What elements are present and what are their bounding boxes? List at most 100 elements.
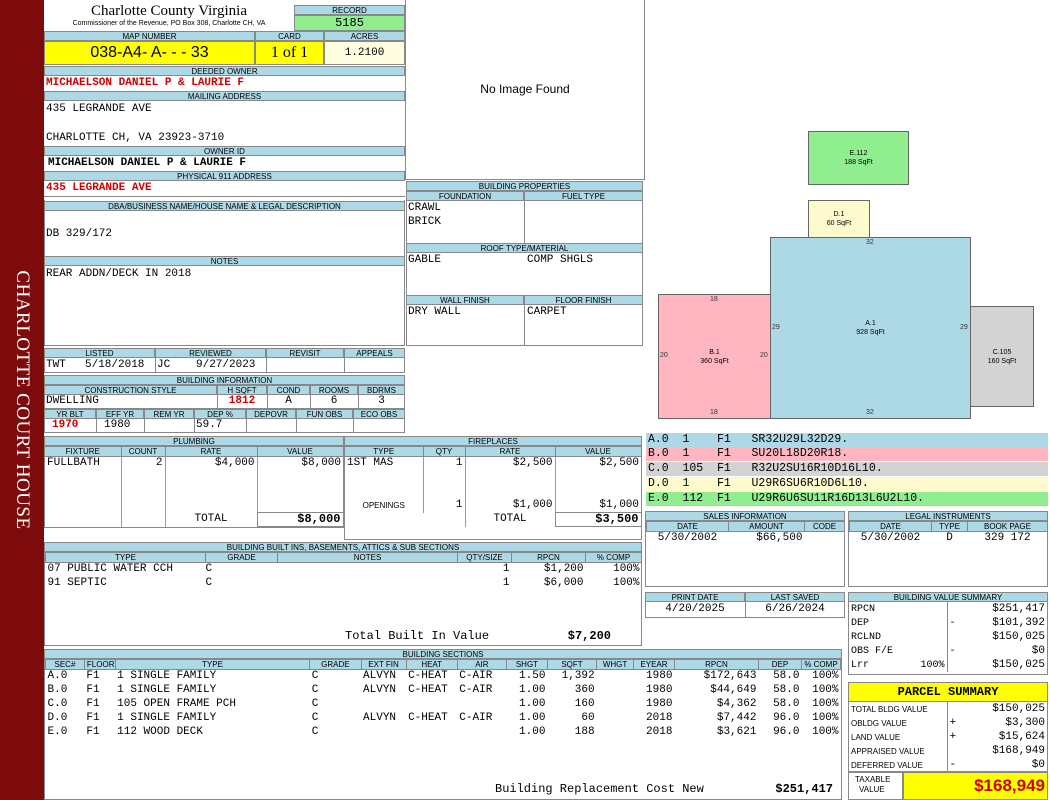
wall-finish-label: WALL FINISH [406,295,524,305]
yrblt-value: 1970 [52,419,79,431]
sec-col-grade: GRADE [309,659,362,670]
fireplace-total-label: TOTAL [464,512,555,527]
listed-date: 5/18/2018 [85,359,145,371]
building-sections-label: BUILDING SECTIONS [44,649,842,659]
table-row: FULLBATH 2 $4,000 $8,000 [47,456,343,471]
parcel-summary-title: PARCEL SUMMARY [848,682,1048,702]
builtins-label: BUILDING BUILT INS, BASEMENTS, ATTICS & … [44,542,642,552]
plumbing-total: $8,000 [256,512,344,527]
acres-label: ACRES [324,31,405,41]
reviewed-by: JC [157,359,171,371]
foundation-1: CRAWL [408,202,442,214]
foundation-2: BRICK [408,216,442,228]
table-row: C.0 F1 105 OPEN FRAME PCH C 1.00 160 1980 $4,36… [47,698,839,710]
sales-info-label: SALES INFORMATION [645,511,845,521]
roof-type: GABLE [408,254,442,266]
dim-a-left: 29 [772,324,780,331]
table-row: 5/30/2002 $66,500 [657,532,803,545]
sec-col-rpcn: RPCN [673,659,759,670]
depovr-label: DEPOVR [246,409,296,419]
builtins-col-notes: NOTES [277,552,458,563]
roof-material: COMP SHGLS [527,254,594,266]
fireplace-col-type: TYPE [345,446,424,457]
fireplaces-label: FIREPLACES [344,436,642,446]
table-row: 91 SEPTIC C 1 $6,000 100% [47,577,640,589]
dim-b-left: 20 [660,352,668,359]
building-value-summary: RPCN $251,417 DEP - $101,392 RCLND $150,025 … [848,602,1048,675]
taxable-label: TAXABLE VALUE [848,772,903,800]
last-saved-label: LAST SAVED [745,592,845,602]
cond-label: COND [267,385,310,395]
fireplace-col-value: VALUE [554,446,642,457]
fireplaces-table: TYPE QTY RATE VALUE 1ST MAS 1 $2,500 $2,500 OP… [344,446,642,540]
floor-finish: CARPET [527,306,567,318]
building-info-label: BUILDING INFORMATION [44,375,405,385]
sec-col-whgt: WHGT [596,659,634,670]
sec-col-dep: DEP [757,659,802,670]
sketch-code-d: D.0 1 F1 U29R6SU6R10D6L10. [646,477,1048,491]
openings-rate: $1,000 [464,498,555,513]
mailing-address-line1: 435 LEGRANDE AVE [46,103,152,115]
yrblt-label: YR BLT [44,409,96,419]
plumbing-col-count: COUNT [120,446,166,457]
taxable-value: $168,949 [974,776,1045,795]
sec-col-heat: HEAT [405,659,458,670]
sketch-code-a: A.0 1 F1 SR32U29L32D29. [646,433,1048,447]
sketch-section-c: C.105 160 SqFt [970,306,1034,407]
plumbing-table: FIXTURE COUNT RATE VALUE FULLBATH 2 $4,000 $8,… [44,446,344,528]
map-number: 038-A4- A- - - 33 [44,41,255,65]
building-value-summary-label: BUILDING VALUE SUMMARY [848,592,1048,602]
sec-col-eyear: EYEAR [632,659,675,670]
plumbing-col-rate: RATE [164,446,258,457]
table-row: A.0 F1 1 SINGLE FAMILY C ALVYN C-HEAT C-AIR 1.5… [47,670,839,683]
reviewed-label: REVIEWED [155,348,266,358]
legal-instruments-table: DATE TYPE BOOK PAGE 5/30/2002 D 329 172 [848,521,1048,587]
reviewed-date: 9/27/2023 [196,359,256,371]
builtins-total: $7,200 [567,629,611,643]
openings-qty: 1 [422,498,465,513]
legal-col-date: DATE [849,521,932,532]
physical-address-label: PHYSICAL 911 ADDRESS [44,171,405,181]
effyr-value: 1980 [104,419,131,431]
legal-col-type: TYPE [931,521,968,532]
hsqft-label: H SQFT [217,385,267,395]
rooms-label: ROOMS [310,385,358,395]
wall-finish: DRY WALL [408,306,461,318]
table-row: 07 PUBLIC WATER CCH C 1 $1,200 100% [47,563,640,576]
sec-col-type: TYPE [114,659,311,670]
roof-label: ROOF TYPE/MATERIAL [406,243,643,253]
remyr-label: REM YR [144,409,194,419]
dim-a-right: 29 [960,324,968,331]
builtins-col-comp: % COMP [585,552,642,563]
ecoobs-label: ECO OBS [353,409,405,419]
plumbing-total-label: TOTAL [164,512,257,527]
record-label: RECORD [294,5,405,15]
foundation-label: FOUNDATION [406,191,524,201]
bdrms-label: BDRMS [358,385,405,395]
builtins-col-type: TYPE [45,552,206,563]
taxable-value-box: $168,949 [903,772,1048,800]
sec-col-comp: % COMP [800,659,842,670]
dim-a-top: 32 [866,239,874,246]
effyr-label: EFF YR [96,409,144,419]
table-row: 5/30/2002 D 329 172 [860,532,1031,545]
openings-value: $1,000 [554,498,641,513]
plumbing-label: PLUMBING [44,436,344,446]
plumbing-col-fixture: FIXTURE [45,446,122,457]
sketch-code-c: C.0 105 F1 R32U2SU16R10D16L10. [646,462,1048,476]
dep-label: DEP % [194,409,246,419]
sales-col-date: DATE [646,521,729,532]
revisit-label: REVISIT [266,348,344,358]
sketch-code-e: E.0 112 F1 U29R6U6SU11R16D13L6U2L10. [646,492,1048,506]
card-label: CARD [255,31,324,41]
cond-value: A [285,395,292,407]
no-image-text: No Image Found [480,82,570,96]
construction-style-label: CONSTRUCTION STYLE [44,385,217,395]
mailing-address-line2: CHARLOTTE CH, VA 23923-3710 [46,132,225,144]
rooms-value: 6 [330,395,338,407]
fireplace-total: $3,500 [554,512,642,527]
dim-b-bottom: 18 [710,409,718,416]
openings-label: OPENINGS [362,501,405,510]
sketch-code-b: B.0 1 F1 SU20L18D20R18. [646,447,1048,461]
building-properties-label: BUILDING PROPERTIES [406,181,643,191]
